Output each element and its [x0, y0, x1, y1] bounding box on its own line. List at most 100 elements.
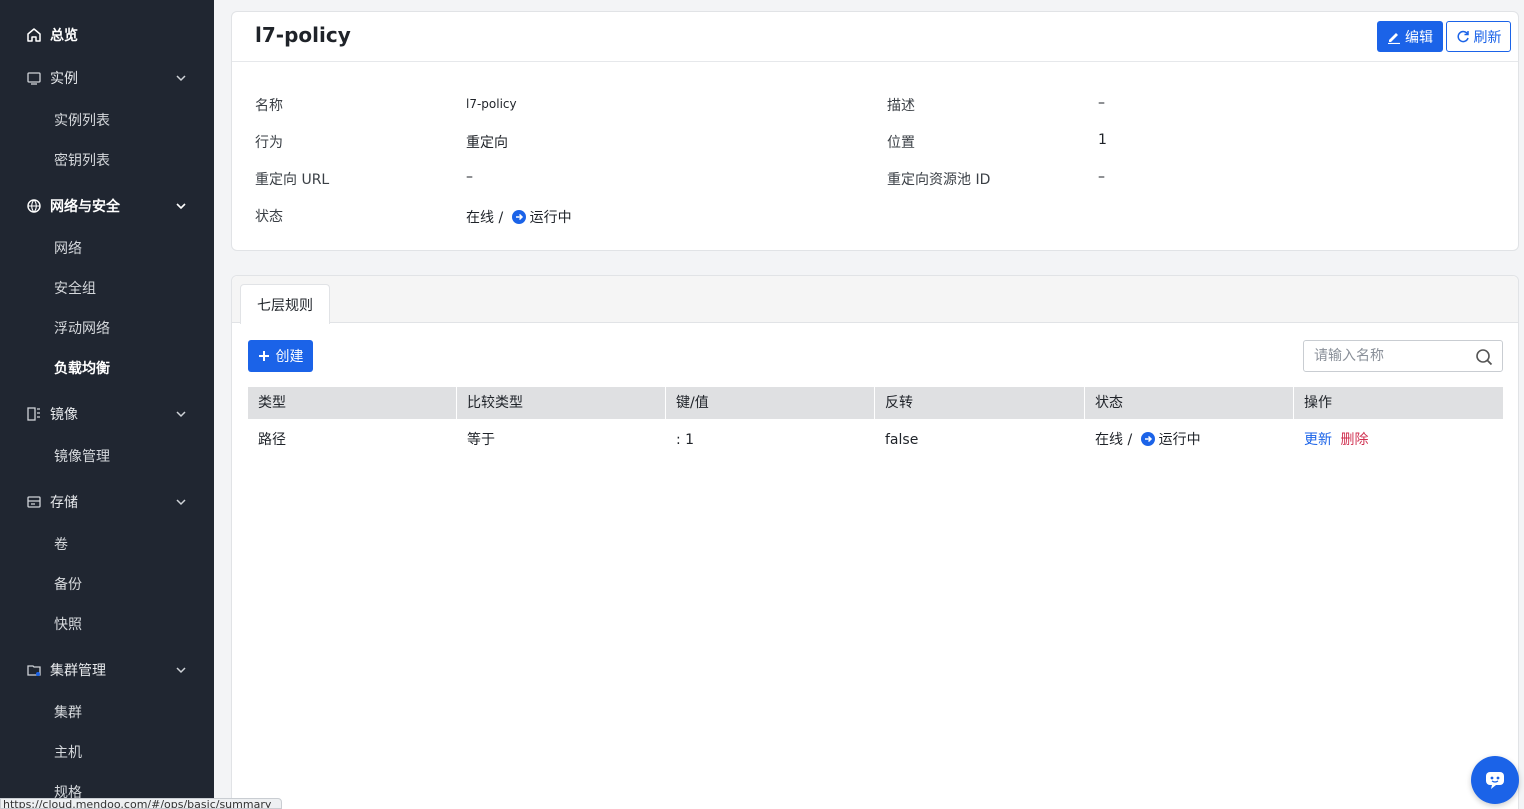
row-status-online: 在线: [1095, 432, 1123, 448]
nav-floating-ip-label: 浮动网络: [54, 321, 110, 337]
action-value: 重定向: [466, 135, 508, 151]
chevron-down-icon: [176, 499, 186, 506]
row-status-separator: /: [1127, 432, 1133, 448]
nav-snapshot-label: 快照: [54, 617, 82, 633]
search-icon[interactable]: [1475, 348, 1493, 366]
nav-cluster[interactable]: 集群管理: [0, 650, 214, 690]
image-icon: [26, 406, 42, 422]
chat-button[interactable]: [1471, 756, 1519, 804]
home-icon: [26, 27, 42, 43]
nav-security-group[interactable]: 安全组: [0, 268, 214, 308]
refresh-button[interactable]: 刷新: [1446, 21, 1511, 52]
nav-hosts[interactable]: 主机: [0, 732, 214, 772]
chevron-down-icon: [176, 75, 186, 82]
nav-image-manage[interactable]: 镜像管理: [0, 436, 214, 476]
plus-icon: [258, 351, 269, 361]
redirect-url-label: 重定向 URL: [255, 172, 330, 188]
nav-overview[interactable]: 总览: [0, 15, 214, 55]
desc-label: 描述: [887, 98, 915, 114]
nav-snapshot[interactable]: 快照: [0, 604, 214, 644]
name-label: 名称: [255, 98, 283, 114]
nav-load-balancer[interactable]: 负载均衡: [0, 348, 214, 388]
nav-image[interactable]: 镜像: [0, 394, 214, 434]
status-online: 在线: [466, 210, 494, 226]
nav-network[interactable]: 网络与安全: [0, 186, 214, 226]
col-type: 类型: [248, 387, 457, 419]
chat-icon: [1486, 772, 1504, 789]
refresh-icon: [1456, 30, 1469, 42]
tab-l7-rules-label: 七层规则: [257, 297, 313, 314]
rules-card: 七层规则 创建 类型 比较类型 键/值 反转 状态 操作 路径 等于 : 1 f…: [231, 275, 1519, 809]
rules-table: 类型 比较类型 键/值 反转 状态 操作 路径 等于 : 1 false 在线 …: [248, 387, 1503, 461]
status-label: 状态: [255, 209, 283, 225]
nav-hosts-label: 主机: [54, 745, 82, 761]
name-value: l7-policy: [466, 97, 517, 111]
position-value: 1: [1098, 132, 1107, 148]
nav-keypair-list[interactable]: 密钥列表: [0, 140, 214, 180]
nav-instance-list[interactable]: 实例列表: [0, 100, 214, 140]
cell-type: 路径: [258, 432, 286, 448]
cluster-icon: [26, 662, 42, 678]
col-actions: 操作: [1304, 395, 1332, 411]
cell-key-value: : 1: [676, 432, 695, 448]
col-compare-type: 比较类型: [457, 387, 666, 419]
chevron-down-icon: [176, 411, 186, 418]
nav-overview-label: 总览: [50, 28, 78, 44]
row-status-running: 运行中: [1158, 432, 1201, 448]
nav-network-label: 网络与安全: [50, 199, 120, 215]
status-running: 运行中: [529, 210, 572, 226]
action-label: 行为: [255, 135, 283, 151]
search-box: [1303, 340, 1503, 372]
running-icon: [1140, 432, 1155, 446]
nav-backup[interactable]: 备份: [0, 564, 214, 604]
nav-image-manage-label: 镜像管理: [54, 449, 110, 465]
nav-instance[interactable]: 实例: [0, 58, 214, 98]
cell-compare-type: 等于: [467, 432, 495, 448]
status-value: 在线 / 运行中: [466, 207, 572, 227]
cell-status: 在线 / 运行中: [1085, 419, 1294, 461]
sidebar: 总览 实例 实例列表 密钥列表 网络与安全 网络 安全组 浮动网络 负载均衡 镜…: [0, 0, 214, 809]
create-button-label: 创建: [275, 349, 304, 365]
redirect-pool-label: 重定向资源池 ID: [887, 172, 991, 188]
search-input[interactable]: [1304, 341, 1464, 371]
create-button[interactable]: 创建: [248, 340, 313, 372]
nav-image-label: 镜像: [50, 407, 78, 423]
instance-icon: [26, 70, 42, 86]
table-header: 类型 比较类型 键/值 反转 状态 操作: [248, 387, 1503, 419]
nav-floating-ip[interactable]: 浮动网络: [0, 308, 214, 348]
col-invert: 反转: [875, 387, 1085, 419]
update-link[interactable]: 更新: [1304, 432, 1332, 448]
refresh-button-label: 刷新: [1473, 29, 1502, 46]
tab-bar: 七层规则: [232, 276, 1518, 324]
cell-actions: 更新 删除: [1294, 419, 1503, 461]
nav-clusters[interactable]: 集群: [0, 692, 214, 732]
table-row: 路径 等于 : 1 false 在线 / 运行中 更新 删除: [248, 419, 1503, 461]
nav-volume[interactable]: 卷: [0, 524, 214, 564]
redirect-pool-value: –: [1098, 169, 1105, 185]
storage-icon: [26, 494, 42, 510]
page-title: l7-policy: [255, 23, 351, 47]
nav-storage[interactable]: 存储: [0, 482, 214, 522]
nav-clusters-label: 集群: [54, 705, 82, 721]
tab-l7-rules[interactable]: 七层规则: [240, 284, 330, 324]
desc-value: –: [1098, 95, 1105, 111]
nav-cluster-label: 集群管理: [50, 663, 106, 679]
edit-button[interactable]: 编辑: [1377, 21, 1443, 52]
chevron-down-icon: [176, 667, 186, 674]
running-icon: [511, 210, 526, 224]
detail-header: l7-policy 编辑 刷新: [232, 12, 1518, 62]
nav-storage-label: 存储: [50, 495, 78, 511]
nav-networks-label: 网络: [54, 241, 82, 257]
col-key-value: 键/值: [666, 387, 875, 419]
status-separator: /: [498, 210, 504, 226]
nav-keypair-list-label: 密钥列表: [54, 153, 110, 169]
detail-card: l7-policy 编辑 刷新 名称 l7-policy 描述 – 行为 重定向…: [231, 11, 1519, 251]
nav-load-balancer-label: 负载均衡: [54, 361, 110, 377]
nav-instance-label: 实例: [50, 71, 78, 87]
nav-instance-list-label: 实例列表: [54, 113, 110, 129]
delete-link[interactable]: 删除: [1340, 432, 1368, 448]
edit-icon: [1388, 32, 1400, 44]
nav-networks[interactable]: 网络: [0, 228, 214, 268]
col-status: 状态: [1085, 387, 1294, 419]
redirect-url-value: –: [466, 169, 473, 185]
